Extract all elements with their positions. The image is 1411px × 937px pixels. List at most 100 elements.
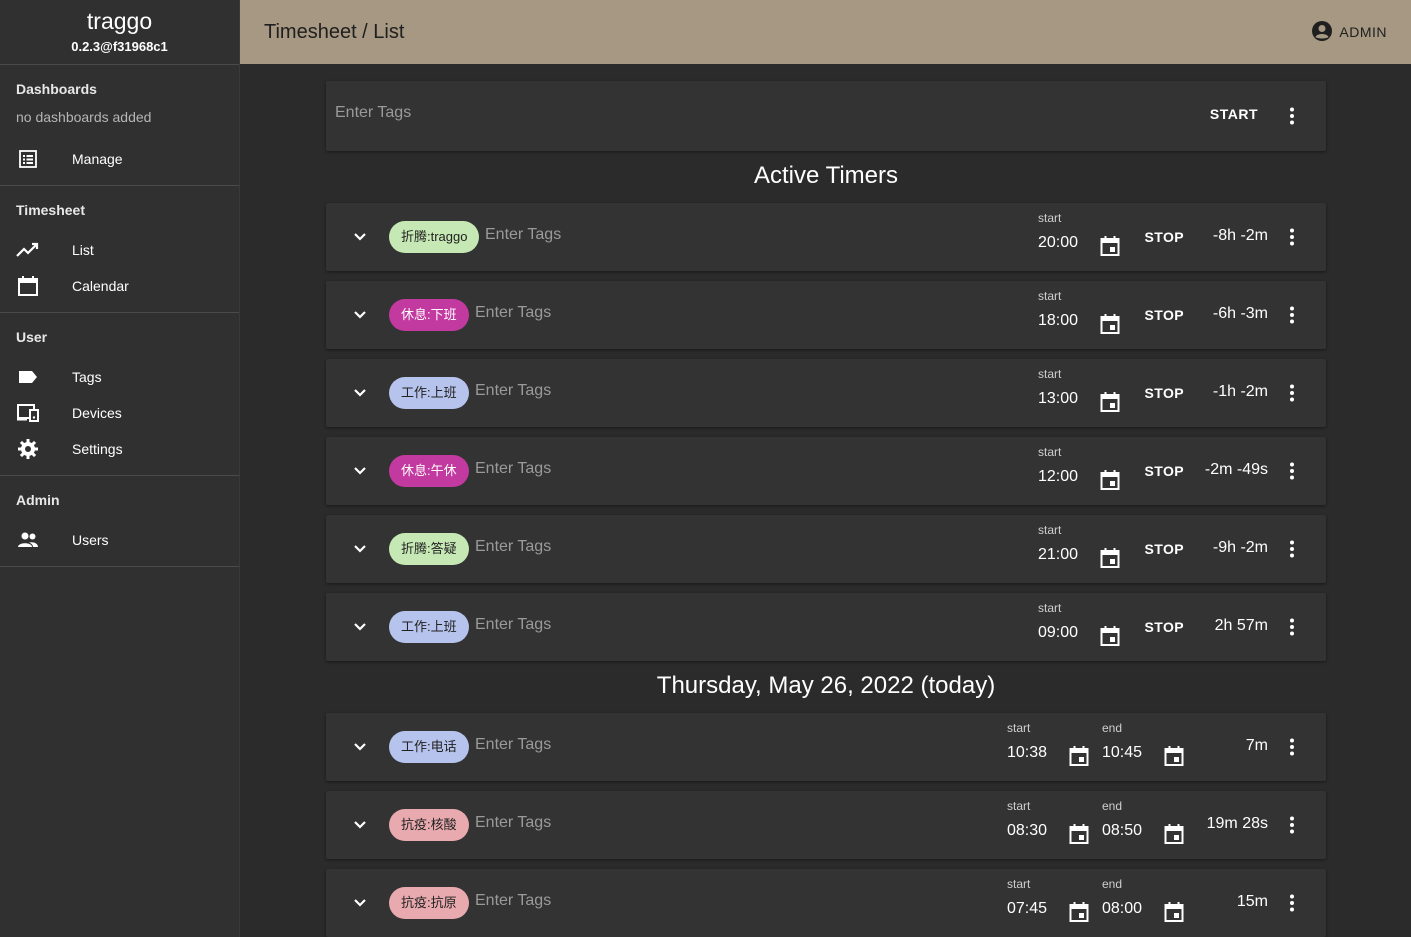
more-vert-icon[interactable] <box>1280 735 1304 759</box>
brand: traggo 0.2.3@f31968c1 <box>0 0 239 65</box>
calendar-icon[interactable] <box>1098 312 1122 336</box>
expand-chevron-icon[interactable] <box>348 615 372 639</box>
tag-chip[interactable]: 抗疫:抗原 <box>389 887 469 919</box>
start-field[interactable]: start 21:00 <box>1038 523 1078 564</box>
expand-chevron-icon[interactable] <box>348 735 372 759</box>
nav-section-user: User Tags Devices Settings <box>0 313 239 476</box>
more-vert-icon[interactable] <box>1280 813 1304 837</box>
tag-input[interactable]: Enter Tags <box>475 382 551 400</box>
start-field[interactable]: start 08:30 <box>1007 799 1047 840</box>
stop-button[interactable]: STOP <box>1145 541 1184 557</box>
expand-chevron-icon[interactable] <box>348 459 372 483</box>
start-time: 08:30 <box>1007 822 1048 839</box>
page-title: Timesheet / List <box>264 20 405 43</box>
expand-chevron-icon[interactable] <box>348 303 372 327</box>
tag-chip[interactable]: 工作:电话 <box>389 731 469 763</box>
tag-input[interactable]: Enter Tags <box>475 538 551 556</box>
end-field[interactable]: end 10:45 <box>1102 721 1142 762</box>
stop-button[interactable]: STOP <box>1145 385 1184 401</box>
sidebar-item-settings[interactable]: Settings <box>0 431 239 467</box>
more-vert-icon[interactable] <box>1280 104 1304 128</box>
calendar-icon[interactable] <box>1067 744 1091 768</box>
calendar-icon[interactable] <box>1098 624 1122 648</box>
end-field[interactable]: end 08:00 <box>1102 877 1142 918</box>
start-time: 20:00 <box>1038 234 1079 251</box>
tag-input[interactable]: Enter Tags <box>475 460 551 478</box>
more-vert-icon[interactable] <box>1280 381 1304 405</box>
timesheet-entry-row: 工作:电话 Enter Tags start 10:38 end 10:45 7m <box>326 713 1326 781</box>
sidebar-item-calendar[interactable]: Calendar <box>0 268 239 304</box>
stop-button[interactable]: STOP <box>1145 463 1184 479</box>
calendar-icon[interactable] <box>1098 234 1122 258</box>
sidebar-item-label: Devices <box>72 405 122 421</box>
calendar-icon[interactable] <box>1067 822 1091 846</box>
tag-chip[interactable]: 抗疫:核酸 <box>389 809 469 841</box>
tag-input[interactable]: Enter Tags <box>475 814 551 832</box>
start-field[interactable]: start 07:45 <box>1007 877 1047 918</box>
calendar-icon[interactable] <box>1162 822 1186 846</box>
tag-input[interactable]: Enter Tags <box>475 736 551 754</box>
start-time: 21:00 <box>1038 546 1079 563</box>
expand-chevron-icon[interactable] <box>348 381 372 405</box>
end-label: end <box>1102 721 1123 735</box>
expand-chevron-icon[interactable] <box>348 537 372 561</box>
start-field[interactable]: start 13:00 <box>1038 367 1078 408</box>
list-icon <box>16 147 40 171</box>
start-field[interactable]: start 12:00 <box>1038 445 1078 486</box>
start-time: 10:38 <box>1007 744 1048 761</box>
tag-chip[interactable]: 折腾:traggo <box>389 221 480 253</box>
active-timers-title: Active Timers <box>753 162 899 189</box>
start-label: start <box>1007 877 1031 891</box>
sidebar-item-users[interactable]: Users <box>0 522 239 558</box>
more-vert-icon[interactable] <box>1280 303 1304 327</box>
calendar-icon[interactable] <box>1098 468 1122 492</box>
sidebar-item-manage[interactable]: Manage <box>0 141 239 177</box>
calendar-icon[interactable] <box>1162 744 1186 768</box>
tag-input[interactable]: Enter Tags <box>475 616 551 634</box>
start-button[interactable]: START <box>1210 106 1258 122</box>
user-menu-button[interactable]: ADMIN <box>1311 20 1387 45</box>
calendar-icon[interactable] <box>1067 900 1091 924</box>
start-field[interactable]: start 09:00 <box>1038 601 1078 642</box>
more-vert-icon[interactable] <box>1280 891 1304 915</box>
tag-input[interactable]: Enter Tags <box>485 226 561 244</box>
expand-chevron-icon[interactable] <box>348 891 372 915</box>
tag-input[interactable]: Enter Tags <box>475 304 551 322</box>
expand-chevron-icon[interactable] <box>348 225 372 249</box>
tag-chip[interactable]: 工作:上班 <box>389 377 469 409</box>
sidebar-item-list[interactable]: List <box>0 232 239 268</box>
start-label: start <box>1038 289 1062 303</box>
start-field[interactable]: start 18:00 <box>1038 289 1078 330</box>
account-circle-icon <box>1311 20 1333 45</box>
tag-chip[interactable]: 折腾:答疑 <box>389 533 469 565</box>
calendar-icon[interactable] <box>1098 390 1122 414</box>
start-time: 09:00 <box>1038 624 1079 641</box>
tag-input[interactable]: Enter Tags <box>335 104 411 122</box>
nav-section-admin: Admin Users <box>0 476 239 567</box>
stop-button[interactable]: STOP <box>1145 229 1184 245</box>
stop-button[interactable]: STOP <box>1145 307 1184 323</box>
more-vert-icon[interactable] <box>1280 537 1304 561</box>
tag-chip[interactable]: 休息:下班 <box>389 299 469 331</box>
more-vert-icon[interactable] <box>1280 615 1304 639</box>
stop-button[interactable]: STOP <box>1145 619 1184 635</box>
calendar-icon[interactable] <box>1162 900 1186 924</box>
calendar-icon[interactable] <box>1098 546 1122 570</box>
nav-section-timesheet: Timesheet List Calendar <box>0 186 239 313</box>
start-field[interactable]: start 20:00 <box>1038 211 1078 252</box>
start-time: 12:00 <box>1038 468 1079 485</box>
sidebar-item-label: Settings <box>72 441 123 457</box>
start-field[interactable]: start 10:38 <box>1007 721 1047 762</box>
sidebar-item-devices[interactable]: Devices <box>0 395 239 431</box>
tag-chip[interactable]: 休息:午休 <box>389 455 469 487</box>
more-vert-icon[interactable] <box>1280 459 1304 483</box>
sidebar-item-tags[interactable]: Tags <box>0 359 239 395</box>
more-vert-icon[interactable] <box>1280 225 1304 249</box>
tag-input[interactable]: Enter Tags <box>475 892 551 910</box>
expand-chevron-icon[interactable] <box>348 813 372 837</box>
end-time: 08:50 <box>1102 822 1143 839</box>
end-field[interactable]: end 08:50 <box>1102 799 1142 840</box>
tag-chip[interactable]: 工作:上班 <box>389 611 469 643</box>
start-label: start <box>1038 601 1062 615</box>
duration: -2m -49s <box>1204 461 1268 478</box>
